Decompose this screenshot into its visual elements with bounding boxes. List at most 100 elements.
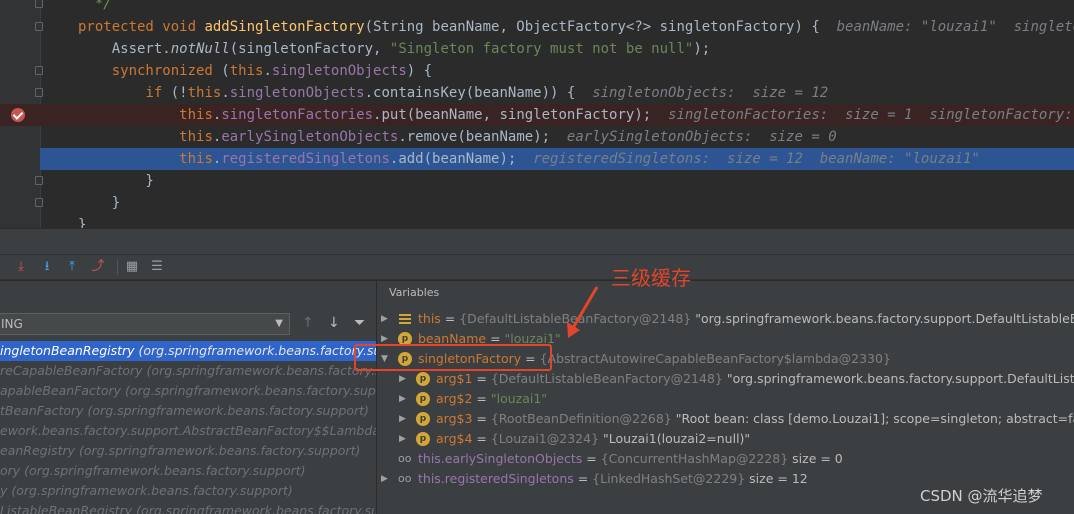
fold-marker-icon[interactable]: [35, 198, 43, 207]
code-text: }: [78, 214, 86, 228]
line-gutter[interactable]: [0, 148, 40, 170]
code-line[interactable]: */: [0, 0, 1074, 15]
expand-arrow-icon[interactable]: ▶: [399, 429, 409, 449]
variable-row[interactable]: ▶ p arg$2 = "louzai1": [399, 389, 1074, 409]
frame-location: (org.springframework.beans.factory.suppo…: [7, 483, 293, 498]
variable-row[interactable]: oo this.earlySingletonObjects = {Concurre…: [381, 449, 1074, 469]
evaluate-expression-icon[interactable]: ▦: [124, 259, 140, 275]
stack-frame-item[interactable]: ingletonBeanRegistry (org.springframewor…: [0, 341, 376, 361]
code-token: (String beanName, ObjectFactory<?> singl…: [364, 19, 837, 35]
code-line[interactable]: }: [0, 214, 1074, 228]
breakpoint-icon[interactable]: [11, 108, 25, 122]
variable-name: this: [418, 311, 441, 326]
force-step-into-icon[interactable]: ⤒: [64, 259, 80, 275]
variable-name: arg$4: [436, 431, 473, 446]
code-token: synchronized: [111, 63, 222, 79]
frame-method: ingletonBeanRegistry: [0, 343, 135, 358]
code-line[interactable]: if (!this.singletonObjects.containsKey(b…: [0, 82, 1074, 104]
code-line[interactable]: this.earlySingletonObjects.remove(beanNa…: [0, 126, 1074, 148]
code-line[interactable]: Assert.notNull(singletonFactory, "Single…: [0, 38, 1074, 60]
frame-location: (org.springframework.beans.factory.suppo…: [124, 383, 376, 398]
frame-method: tBeanFactory: [0, 403, 84, 418]
inline-debug-value: singletonObjects: size = 12: [592, 85, 829, 101]
variable-row[interactable]: ▶ p arg$3 = {RootBeanDefinition@2268} "Roo…: [399, 409, 1074, 429]
code-line[interactable]: protected void addSingletonFactory(Strin…: [0, 16, 1074, 38]
filter-icon[interactable]: ⏷: [354, 315, 365, 331]
expand-arrow-icon[interactable]: ▶: [399, 389, 409, 409]
code-line[interactable]: }: [0, 170, 1074, 192]
expand-arrow-icon[interactable]: ▶: [381, 309, 391, 329]
line-gutter[interactable]: [0, 126, 40, 148]
code-token: ) {: [406, 63, 433, 79]
line-gutter[interactable]: [0, 192, 43, 214]
code-line[interactable]: }: [0, 192, 1074, 214]
variable-value: "Root bean: class [demo.Louzai1]; scope=…: [671, 411, 1074, 426]
expand-arrow-icon[interactable]: ▶: [399, 369, 409, 389]
inline-debug-value: singletonFactories: size = 1 singletonFa…: [668, 107, 1073, 123]
frame-method: reCapableBeanFactory: [0, 363, 143, 378]
stack-frame-item[interactable]: ListableBeanRegistry (org.springframewor…: [0, 501, 376, 514]
line-gutter[interactable]: [0, 82, 43, 104]
code-line[interactable]: this.singletonFactories.put(beanName, si…: [0, 104, 1074, 126]
chevron-down-icon[interactable]: ▼: [275, 314, 283, 334]
code-editor[interactable]: */ protected void addSingletonFactory(Str…: [0, 0, 1074, 228]
fold-marker-icon[interactable]: [35, 22, 43, 31]
variable-ref: {ConcurrentHashMap@2228}: [600, 451, 789, 466]
variable-text: arg$2 = "louzai1": [436, 389, 547, 409]
variable-row[interactable]: ▶ this = {DefaultListableBeanFactory@2148…: [381, 309, 1074, 329]
variable-row[interactable]: ▶ p arg$1 = {DefaultListableBeanFactory@21…: [399, 369, 1074, 389]
code-token: */: [78, 0, 112, 12]
code-line[interactable]: synchronized (this.singletonObjects) {: [0, 60, 1074, 82]
variable-ref: {DefaultListableBeanFactory@2148}: [490, 371, 723, 386]
variable-value: "louzai1": [490, 391, 548, 406]
stack-frame-item[interactable]: y (org.springframework.beans.factory.sup…: [0, 481, 376, 501]
stack-frame-item[interactable]: ory (org.springframework.beans.factory.s…: [0, 461, 376, 481]
stack-frame-item[interactable]: apableBeanFactory (org.springframework.b…: [0, 381, 376, 401]
fold-marker-icon[interactable]: [35, 176, 43, 185]
line-gutter[interactable]: [0, 0, 43, 15]
line-gutter[interactable]: [0, 60, 43, 82]
fold-marker-icon[interactable]: [35, 0, 43, 8]
expand-arrow-icon[interactable]: ▶: [399, 409, 409, 429]
step-over-icon[interactable]: ⤓: [13, 259, 29, 275]
line-gutter[interactable]: [0, 170, 43, 192]
code-token: this: [229, 63, 264, 79]
stack-frame-item[interactable]: reCapableBeanFactory (org.springframewor…: [0, 361, 376, 381]
code-token: (!: [170, 85, 188, 101]
stack-frame-item[interactable]: tBeanFactory (org.springframework.beans.…: [0, 401, 376, 421]
fold-marker-icon[interactable]: [35, 88, 43, 97]
code-token: singletonFactories: [221, 107, 374, 123]
variable-row[interactable]: ▶ p arg$4 = {Louzai1@2324} "Louzai1(louzai…: [399, 429, 1074, 449]
expand-arrow-icon[interactable]: ▶: [381, 469, 391, 489]
debug-toolbar: ⤓ ⭳ ⤒ ⤴ ▦ ☰: [0, 255, 1074, 280]
frame-method: ListableBeanRegistry: [0, 503, 133, 514]
arrow-down-icon[interactable]: ↓: [328, 315, 340, 331]
line-gutter[interactable]: [0, 214, 40, 228]
line-gutter[interactable]: [0, 104, 40, 126]
code-text: this.registeredSingletons.add(beanName);…: [78, 148, 980, 170]
field-icon: [398, 312, 412, 326]
step-into-icon[interactable]: ⭳: [39, 259, 55, 275]
code-token: this: [179, 151, 213, 167]
code-token: protected void: [78, 19, 205, 35]
line-gutter[interactable]: [0, 16, 43, 38]
stack-frame-item[interactable]: ework.beans.factory.support.AbstractBean…: [0, 421, 376, 441]
code-token: earlySingletonObjects: [221, 129, 399, 145]
code-text: }: [78, 170, 153, 192]
stack-frame-item[interactable]: eanRegistry (org.springframework.beans.f…: [0, 441, 376, 461]
equals-sign: =: [472, 411, 491, 426]
line-gutter[interactable]: [0, 38, 40, 60]
code-token: .: [263, 63, 272, 79]
thread-select[interactable]: ING ▼: [0, 313, 290, 335]
watch-icon: oo: [398, 472, 412, 485]
code-line[interactable]: this.registeredSingletons.add(beanName);…: [0, 148, 1074, 170]
fold-marker-icon[interactable]: [35, 66, 43, 75]
arrow-up-icon[interactable]: ↑: [302, 315, 314, 331]
trace-current-stream-icon[interactable]: ☰: [149, 259, 165, 275]
variable-name: arg$2: [436, 391, 473, 406]
param-icon: p: [416, 372, 430, 386]
step-out-icon[interactable]: ⤴: [90, 259, 106, 275]
code-token: this: [187, 85, 222, 101]
